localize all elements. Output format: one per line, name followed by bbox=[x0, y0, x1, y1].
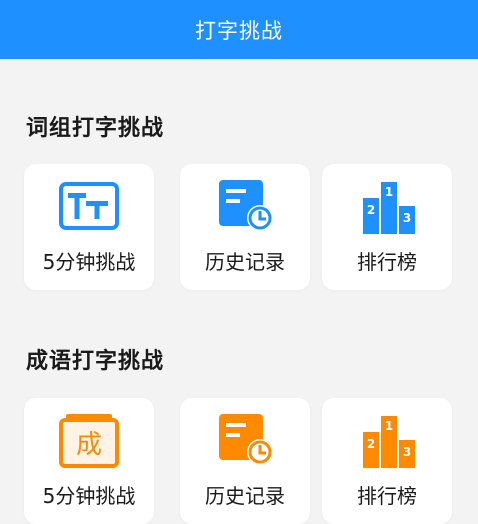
podium-rank-2: 2 bbox=[367, 437, 375, 451]
section-title-idiom: 成语打字挑战 bbox=[26, 349, 165, 374]
phrase-5min-challenge-card[interactable]: 5分钟挑战 bbox=[24, 164, 154, 290]
podium-icon: 2 1 3 bbox=[351, 408, 423, 470]
podium-rank-2: 2 bbox=[367, 203, 375, 217]
card-label: 5分钟挑战 bbox=[42, 484, 136, 508]
phrase-history-card[interactable]: 历史记录 bbox=[180, 164, 310, 290]
cheng-character-icon: 成 bbox=[53, 408, 125, 470]
history-clock-icon bbox=[209, 174, 281, 236]
card-label: 排行榜 bbox=[357, 484, 417, 508]
idiom-history-card[interactable]: 历史记录 bbox=[180, 398, 310, 524]
phrase-leaderboard-card[interactable]: 2 1 3 排行榜 bbox=[322, 164, 452, 290]
podium-icon: 2 1 3 bbox=[351, 174, 423, 236]
app-header: 打字挑战 bbox=[0, 0, 478, 59]
idiom-5min-challenge-card[interactable]: 成 5分钟挑战 bbox=[24, 398, 154, 524]
card-label: 历史记录 bbox=[205, 484, 285, 508]
card-label: 排行榜 bbox=[357, 250, 417, 274]
podium-rank-1: 1 bbox=[385, 185, 393, 199]
podium-rank-3: 3 bbox=[403, 445, 411, 459]
tt-text-icon bbox=[53, 174, 125, 236]
card-label: 5分钟挑战 bbox=[42, 250, 136, 274]
cheng-glyph: 成 bbox=[76, 430, 102, 460]
podium-rank-1: 1 bbox=[385, 419, 393, 433]
idiom-leaderboard-card[interactable]: 2 1 3 排行榜 bbox=[322, 398, 452, 524]
card-label: 历史记录 bbox=[205, 250, 285, 274]
podium-rank-3: 3 bbox=[403, 211, 411, 225]
section-title-phrase: 词组打字挑战 bbox=[26, 116, 165, 141]
history-clock-icon bbox=[209, 408, 281, 470]
page-title: 打字挑战 bbox=[195, 18, 283, 43]
